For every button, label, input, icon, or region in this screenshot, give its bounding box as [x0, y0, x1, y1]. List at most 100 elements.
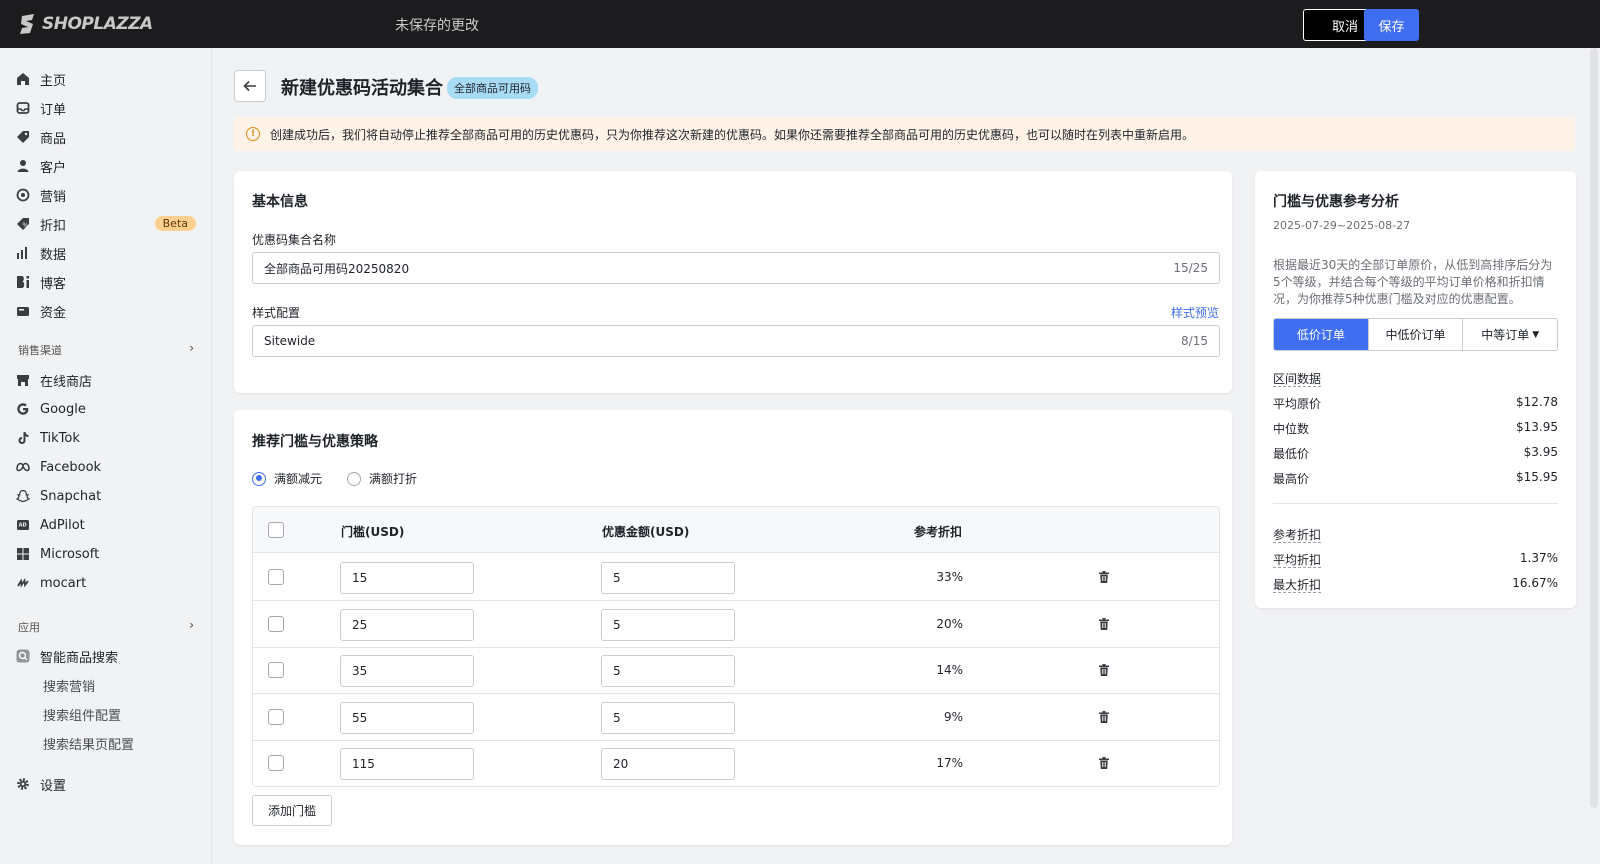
- sidebar-item-microsoft[interactable]: Microsoft: [16, 543, 196, 565]
- threshold-input[interactable]: 15: [340, 562, 474, 594]
- sidebar-item-online-store[interactable]: 在线商店: [16, 369, 196, 391]
- discount-icon: %: [16, 217, 30, 231]
- sidebar-item-label: 智能商品搜索: [40, 650, 119, 666]
- radio-label: 满额打折: [369, 472, 418, 486]
- range-data-title: 区间数据: [1273, 370, 1558, 387]
- column-header-discount: 参考折扣: [914, 525, 963, 539]
- range-value: $3.95: [1523, 445, 1558, 459]
- column-header-threshold: 门槛(USD): [341, 525, 405, 539]
- collection-name-value: 全部商品可用码20250820: [264, 261, 410, 276]
- sidebar-item-home[interactable]: 主页: [16, 68, 196, 90]
- shoplazza-logo[interactable]: SHOPLAZZA: [18, 13, 153, 35]
- sidebar-item-adpilot[interactable]: AD AdPilot: [16, 514, 196, 536]
- back-button[interactable]: [234, 70, 266, 102]
- sidebar-item-customers[interactable]: 客户: [16, 155, 196, 177]
- reference-discount-value: 20%: [936, 616, 963, 631]
- discount-value: 16.67%: [1512, 576, 1558, 590]
- segment-mid-price[interactable]: 中等订单 ▼: [1463, 319, 1557, 350]
- sidebar-item-tiktok[interactable]: TikTok: [16, 427, 196, 449]
- sidebar-item-facebook[interactable]: Facebook: [16, 456, 196, 478]
- style-preview-link[interactable]: 样式预览: [1171, 304, 1219, 321]
- threshold-input[interactable]: 35: [340, 655, 474, 687]
- discount-value: 1.37%: [1519, 551, 1558, 565]
- column-header-amount: 优惠金额(USD): [602, 525, 690, 539]
- sidebar-item-marketing[interactable]: 营销: [16, 184, 196, 206]
- reference-discount-value: 17%: [936, 756, 963, 770]
- sidebar-item-mocart[interactable]: mocart: [16, 572, 196, 594]
- sidebar-item-products[interactable]: 商品: [16, 126, 196, 148]
- sidebar-item-google[interactable]: Google: [16, 398, 196, 420]
- trash-icon[interactable]: [1097, 756, 1111, 770]
- tiktok-icon: [16, 431, 30, 445]
- range-key: 最低价: [1273, 447, 1310, 461]
- table-header: 门槛(USD) 优惠金额(USD) 参考折扣: [253, 507, 1219, 553]
- wallet-icon: [16, 304, 30, 318]
- amount-input[interactable]: 5: [601, 562, 735, 594]
- sidebar-subitem-search-result-config[interactable]: 搜索结果页配置: [43, 734, 134, 753]
- sales-channel-section[interactable]: 销售渠道 ›: [18, 341, 194, 358]
- row-checkbox[interactable]: [268, 708, 284, 725]
- trash-icon[interactable]: [1097, 617, 1111, 631]
- trash-icon[interactable]: [1097, 710, 1111, 724]
- sidebar-item-label: 数据: [40, 247, 67, 263]
- discount-title: 参考折扣: [1273, 528, 1322, 543]
- sidebar-item-label: Google: [40, 401, 86, 417]
- apps-section[interactable]: 应用 ›: [18, 618, 194, 635]
- bar-chart-icon: [16, 246, 30, 260]
- row-checkbox[interactable]: [268, 569, 284, 585]
- add-threshold-button[interactable]: 添加门槛: [252, 795, 332, 826]
- radio-amount-off[interactable]: 满额减元: [252, 470, 322, 487]
- table-row: 35 5 14%: [253, 647, 1219, 694]
- sidebar-item-blog[interactable]: 博客: [16, 271, 196, 293]
- select-all-checkbox[interactable]: [268, 522, 284, 538]
- arrow-left-icon: [243, 80, 256, 92]
- scrollbar[interactable]: [1590, 48, 1598, 808]
- mocart-icon: [16, 576, 30, 590]
- trash-icon[interactable]: [1097, 663, 1111, 677]
- sidebar-item-smart-search[interactable]: 智能商品搜索: [16, 645, 196, 667]
- threshold-input[interactable]: 115: [340, 748, 474, 780]
- row-checkbox[interactable]: [268, 615, 284, 632]
- sidebar-item-label: 订单: [40, 102, 67, 118]
- char-counter: 15/25: [1173, 261, 1208, 275]
- threshold-input[interactable]: 55: [340, 701, 474, 734]
- sidebar-item-discounts[interactable]: % 折扣 Beta: [16, 213, 196, 235]
- threshold-input[interactable]: 25: [340, 608, 474, 641]
- trash-icon[interactable]: [1097, 570, 1111, 584]
- segment-mid-low-price[interactable]: 中低价订单: [1369, 319, 1464, 350]
- amount-input[interactable]: 20: [601, 748, 735, 780]
- store-icon: [16, 373, 30, 387]
- style-config-input[interactable]: Sitewide 8/15: [252, 325, 1220, 357]
- radio-selected[interactable]: [252, 471, 266, 486]
- sidebar-item-settings[interactable]: 设置: [16, 773, 196, 795]
- collection-name-input[interactable]: 全部商品可用码20250820 15/25: [252, 252, 1220, 284]
- svg-text:AD: AD: [19, 523, 27, 529]
- sidebar-subitem-search-widget-config[interactable]: 搜索组件配置: [43, 705, 121, 724]
- radio-percent-off[interactable]: 满额打折: [347, 470, 417, 487]
- sidebar-item-finance[interactable]: 资金: [16, 300, 196, 322]
- gear-icon: [16, 777, 30, 791]
- strategy-title: 推荐门槛与优惠策略: [252, 434, 378, 450]
- shoplazza-logo-icon: [20, 14, 34, 34]
- amount-input[interactable]: 5: [601, 655, 735, 687]
- amount-input[interactable]: 5: [601, 608, 735, 641]
- sidebar-subitem-search-marketing[interactable]: 搜索营销: [43, 676, 95, 695]
- sidebar-item-label: 资金: [40, 305, 67, 321]
- radio-unselected[interactable]: [347, 471, 361, 486]
- amount-input[interactable]: 5: [601, 701, 735, 734]
- sidebar-item-snapchat[interactable]: Snapchat: [16, 485, 196, 507]
- sidebar-item-label: 客户: [40, 160, 67, 176]
- discount-row: 平均折扣 1.37%: [1273, 551, 1558, 568]
- range-value: $12.78: [1516, 395, 1558, 409]
- sidebar-item-analytics[interactable]: 数据: [16, 242, 196, 264]
- row-checkbox[interactable]: [268, 662, 284, 678]
- row-checkbox[interactable]: [268, 755, 284, 771]
- segment-low-price[interactable]: 低价订单: [1274, 319, 1369, 350]
- save-button[interactable]: 保存: [1364, 9, 1419, 41]
- sidebar: 主页 订单 商品 客户 营销 % 折扣 Beta 数据 博客 资金 销售渠道 ›…: [0, 48, 212, 864]
- sidebar-item-orders[interactable]: 订单: [16, 97, 196, 119]
- sidebar-item-label: TikTok: [40, 430, 80, 446]
- order-tier-segmented-control[interactable]: 低价订单 中低价订单 中等订单 ▼: [1273, 318, 1558, 351]
- section-label: 销售渠道: [18, 344, 62, 357]
- chevron-right-icon: ›: [189, 618, 194, 632]
